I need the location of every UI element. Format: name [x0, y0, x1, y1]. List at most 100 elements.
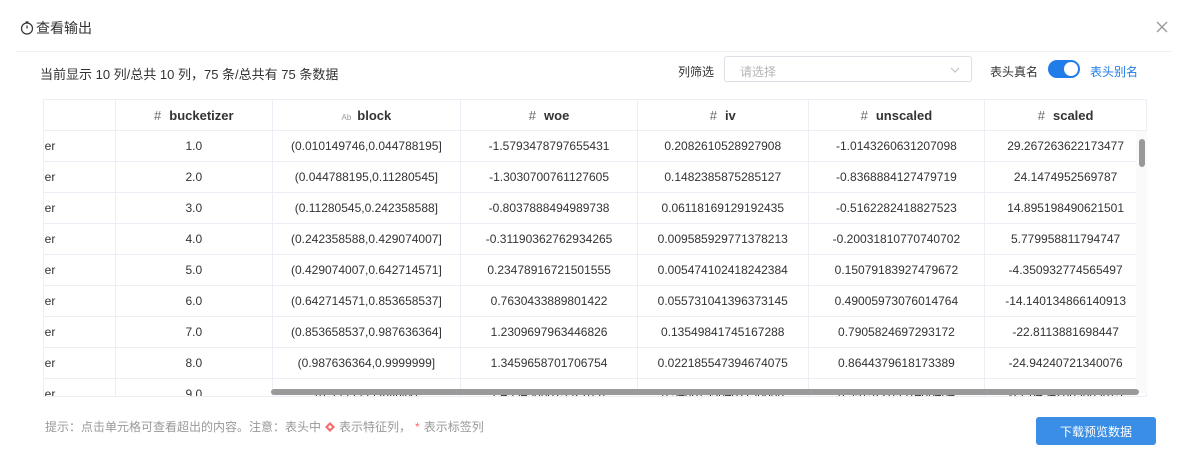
table-cell[interactable]: 0.2082610528927908	[637, 130, 809, 162]
tip-label: 表示标签列	[423, 420, 484, 434]
table-cell[interactable]: (0.11280545,0.242358588]	[272, 192, 462, 224]
table-row[interactable]: cketizer8.0(0.987636364,0.9999999]1.3459…	[44, 347, 1147, 379]
header-real-name-label: 表头真名	[990, 65, 1039, 79]
table-cell[interactable]: cketizer	[44, 378, 117, 396]
column-header-label: block	[357, 107, 392, 123]
column-header-unscaled[interactable]: # unscaled	[808, 100, 986, 131]
table-cell[interactable]: cketizer	[44, 347, 117, 379]
table-row[interactable]: cketizer1.0(0.010149746,0.044788195]-1.5…	[44, 130, 1147, 162]
table-cell[interactable]: 1.0	[115, 130, 273, 162]
table-cell[interactable]: 0.7905824697293172	[808, 316, 986, 348]
table-row[interactable]: cketizer3.0(0.11280545,0.242358588]-0.80…	[44, 192, 1147, 224]
table-cell[interactable]: 0.7630433889801422	[460, 285, 638, 317]
table-cell[interactable]: 6.0	[115, 285, 273, 317]
table-cell[interactable]: 0.23478916721501555	[460, 254, 638, 286]
column-filter-select[interactable]: 请选择	[724, 56, 972, 82]
table-cell[interactable]: cketizer	[44, 130, 117, 162]
number-type-icon: #	[709, 107, 717, 123]
data-table: # bucketizer Ab block # woe # iv # unscaled # scale…	[44, 100, 1147, 396]
table-row[interactable]: cketizer6.0(0.642714571,0.853658537]0.76…	[44, 285, 1147, 317]
table-cell[interactable]: 1.3459658701706754	[460, 347, 638, 379]
table-cell[interactable]: 3.0	[115, 192, 273, 224]
table-cell[interactable]: 0.1482385875285127	[637, 161, 809, 193]
table-cell[interactable]: -4.350932774565497	[984, 254, 1147, 286]
download-preview-button[interactable]: 下载预览数据	[1036, 417, 1156, 445]
table-cell[interactable]: -1.0143260631207098	[808, 130, 986, 162]
table-cell[interactable]: 9.0	[115, 378, 273, 396]
table-cell[interactable]: -0.8037888494989738	[460, 192, 638, 224]
data-table-container[interactable]: # bucketizer Ab block # woe # iv # unscaled # scale…	[43, 99, 1147, 397]
table-row[interactable]: cketizer4.0(0.242358588,0.429074007]-0.3…	[44, 223, 1147, 255]
table-cell[interactable]: (0.010149746,0.044788195]	[272, 130, 462, 162]
column-header-bucketizer[interactable]: # bucketizer	[115, 100, 273, 131]
column-header-woe[interactable]: # woe	[460, 100, 638, 131]
table-cell[interactable]: -0.31190362762934265	[460, 223, 638, 255]
column-header-iv[interactable]: # iv	[637, 100, 809, 131]
table-cell[interactable]: 0.06118169129192435	[637, 192, 809, 224]
close-icon[interactable]	[1155, 20, 1169, 34]
table-cell[interactable]: -0.5162282418827523	[808, 192, 986, 224]
table-cell[interactable]: 5.0	[115, 254, 273, 286]
table-cell[interactable]: 0.005474102418242384	[637, 254, 809, 286]
table-cell[interactable]: cketizer	[44, 192, 117, 224]
number-type-icon: #	[154, 107, 162, 123]
column-header-scaled[interactable]: # scaled	[984, 100, 1147, 131]
table-cell[interactable]: (0.987636364,0.9999999]	[272, 347, 462, 379]
table-cell[interactable]: 0.15079183927479672	[808, 254, 986, 286]
table-cell[interactable]: -22.8113881698447	[984, 316, 1147, 348]
table-cell[interactable]: (0.242358588,0.429074007]	[272, 223, 462, 255]
table-cell[interactable]: (0.642714571,0.853658537]	[272, 285, 462, 317]
timer-icon	[20, 21, 34, 35]
table-row[interactable]: cketizer2.0(0.044788195,0.11280545]-1.30…	[44, 161, 1147, 193]
table-cell[interactable]: -0.20031810770740702	[808, 223, 986, 255]
number-type-icon: #	[1037, 107, 1045, 123]
table-cell[interactable]: 7.0	[115, 316, 273, 348]
table-cell[interactable]: (0.044788195,0.11280545]	[272, 161, 462, 193]
column-header-index[interactable]	[44, 100, 117, 131]
table-cell[interactable]: cketizer	[44, 161, 117, 193]
table-cell[interactable]: cketizer	[44, 254, 117, 286]
table-cell[interactable]: cketizer	[44, 316, 117, 348]
table-cell[interactable]: 0.13549841745167288	[637, 316, 809, 348]
header-name-toggle[interactable]	[1048, 60, 1080, 78]
table-row[interactable]: cketizer7.0(0.853658537,0.987636364]1.23…	[44, 316, 1147, 348]
table-cell[interactable]: 0.022185547394674075	[637, 347, 809, 379]
horizontal-scroll-thumb[interactable]	[271, 389, 1139, 395]
table-cell[interactable]: 0.8644379618173389	[808, 347, 986, 379]
table-cell[interactable]: cketizer	[44, 223, 117, 255]
table-cell[interactable]: (0.429074007,0.642714571]	[272, 254, 462, 286]
table-body: cketizer1.0(0.010149746,0.044788195]-1.5…	[44, 130, 1147, 396]
table-cell[interactable]: -24.94240721340076	[984, 347, 1147, 379]
table-cell[interactable]: 24.1474952569787	[984, 161, 1147, 193]
table-cell[interactable]: -0.8368884127479719	[808, 161, 986, 193]
dialog-title: 查看输出	[36, 20, 92, 36]
data-summary: 当前显示 10 列/总共 10 列，75 条/总共有 75 条数据	[40, 67, 339, 82]
table-cell[interactable]: 8.0	[115, 347, 273, 379]
table-cell[interactable]: 1.2309697963446826	[460, 316, 638, 348]
vertical-scrollbar[interactable]	[1136, 131, 1147, 393]
table-cell[interactable]: -1.3030700761127605	[460, 161, 638, 193]
label-column-star: *	[415, 419, 420, 434]
footer-tip: 提示：点击单元格可查看超出的内容。注意：表头中 表示特征列， * 表示标签列	[45, 418, 484, 435]
header-alias-label[interactable]: 表头别名	[1090, 63, 1138, 80]
table-cell[interactable]: -1.5793478797655431	[460, 130, 638, 162]
toggle-knob	[1064, 62, 1078, 76]
table-row[interactable]: cketizer5.0(0.429074007,0.642714571]0.23…	[44, 254, 1147, 286]
table-cell[interactable]: 14.895198490621501	[984, 192, 1147, 224]
table-cell[interactable]: 5.779958811794747	[984, 223, 1147, 255]
table-cell[interactable]: 2.0	[115, 161, 273, 193]
table-cell[interactable]: 0.49005973076014764	[808, 285, 986, 317]
column-header-label: bucketizer	[169, 107, 234, 123]
number-type-icon: #	[528, 107, 537, 123]
table-cell[interactable]: 29.267263622173477	[984, 130, 1147, 162]
table-cell[interactable]: -14.140134866140913	[984, 285, 1147, 317]
tip-feature: 表示特征列，	[339, 420, 412, 434]
table-cell[interactable]: 0.055731041396373145	[637, 285, 809, 317]
table-cell[interactable]: cketizer	[44, 285, 117, 317]
tip-prefix: 提示：点击单元格可查看超出的内容。注意：表头中	[45, 420, 322, 434]
table-cell[interactable]: (0.853658537,0.987636364]	[272, 316, 462, 348]
table-cell[interactable]: 4.0	[115, 223, 273, 255]
table-cell[interactable]: 0.009585929771378213	[637, 223, 809, 255]
vertical-scroll-thumb[interactable]	[1139, 139, 1145, 167]
column-header-block[interactable]: Ab block	[272, 100, 462, 131]
